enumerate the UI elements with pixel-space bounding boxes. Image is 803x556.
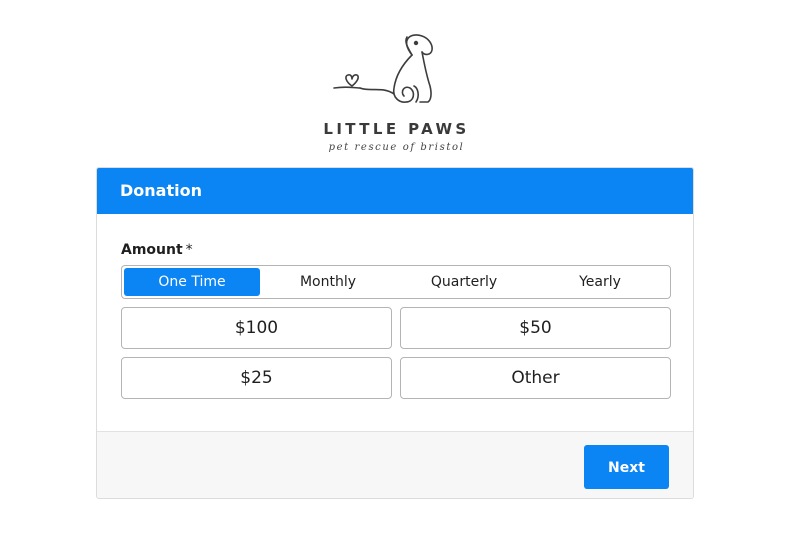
required-mark: * (185, 242, 193, 258)
amount-label: Amount * (121, 242, 193, 258)
donation-form-card: Donation Amount * One Time Monthly Quarte… (96, 167, 694, 499)
amount-100-button[interactable]: $100 (121, 307, 392, 349)
amount-label-text: Amount (121, 242, 183, 258)
tab-monthly[interactable]: Monthly (260, 268, 396, 296)
tab-quarterly[interactable]: Quarterly (396, 268, 532, 296)
brand-name: LITTLE PAWS (323, 120, 470, 138)
brand-logo: LITTLE PAWS pet rescue of bristol (0, 0, 803, 160)
tab-yearly[interactable]: Yearly (532, 268, 668, 296)
dog-line-art-icon (333, 34, 433, 103)
next-button[interactable]: Next (584, 445, 669, 489)
tab-one-time[interactable]: One Time (124, 268, 260, 296)
form-footer: Next (97, 431, 693, 498)
form-header: Donation (97, 168, 693, 214)
amount-25-button[interactable]: $25 (121, 357, 392, 399)
amount-other-button[interactable]: Other (400, 357, 671, 399)
brand-tagline: pet rescue of bristol (328, 142, 465, 153)
amount-50-button[interactable]: $50 (400, 307, 671, 349)
frequency-selector: One Time Monthly Quarterly Yearly (121, 265, 671, 299)
